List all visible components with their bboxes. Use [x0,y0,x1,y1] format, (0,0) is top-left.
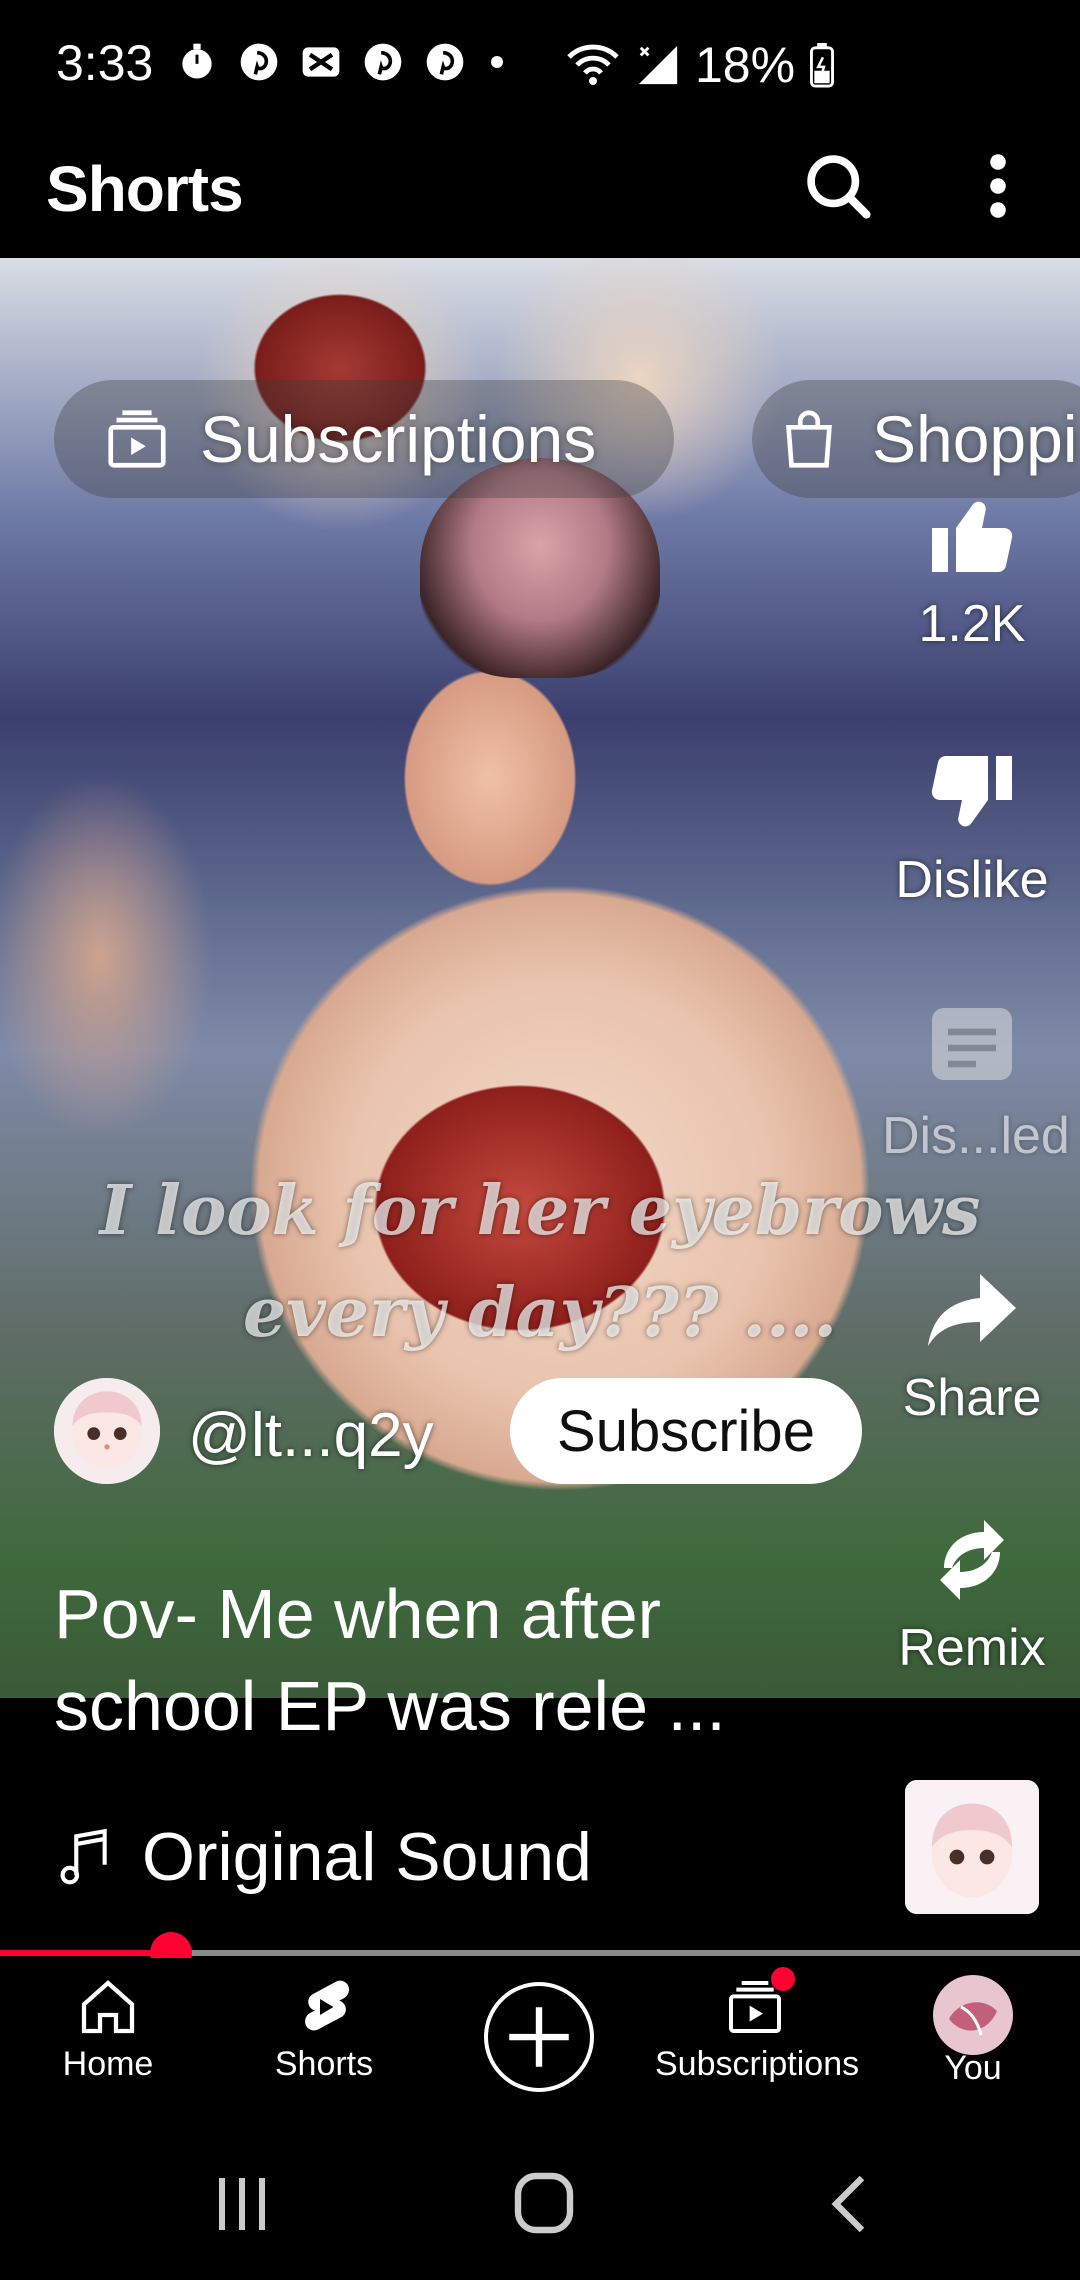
nav-label: Subscriptions [655,2045,860,2083]
progress-fill [0,1950,171,1956]
nav-home[interactable]: Home [8,1975,208,2084]
page-title: Shorts [46,153,244,225]
video-title-line: school EP was rele ... [54,1667,726,1745]
video-overlay-caption: I look for her eyebrows every day??? ...… [0,1160,1080,1364]
pinterest-icon [240,43,278,81]
system-status: 18% [565,36,835,94]
x-app-icon [302,47,340,77]
avatar-icon [54,1378,160,1484]
search-button[interactable] [800,148,876,224]
notification-dot [771,1967,795,1991]
notification-icons [175,40,509,84]
home-icon [81,1980,135,2034]
remix-icon [940,1520,1004,1600]
nav-label: Shorts [274,2045,374,2083]
overlay-caption-line: every day??? .... [242,1273,838,1353]
video-title-line: Pov- Me when after [54,1575,661,1653]
thumb-up-icon [932,501,1013,573]
share-label: Share [902,1369,1042,1427]
sound-thumbnail[interactable] [905,1780,1039,1914]
back-icon[interactable] [826,2172,872,2236]
comments-button[interactable]: Dis...led [882,1000,1070,1166]
like-button[interactable]: 1.2K [882,488,1062,654]
create-button[interactable] [484,1982,594,2092]
nav-you[interactable]: You [873,1975,1073,2088]
subscribe-button[interactable]: Subscribe [510,1378,862,1484]
stopwatch-icon [182,43,212,79]
like-count: 1.2K [918,595,1026,653]
subscriptions-icon [108,410,166,468]
pinterest-icon [364,43,402,81]
dislike-button[interactable]: Dislike [882,744,1062,910]
overlay-caption-line: I look for her eyebrows [99,1171,981,1251]
nav-subscriptions[interactable]: Subscriptions [655,1967,860,2084]
video-title[interactable]: Pov- Me when after school EP was rele ..… [54,1568,834,1752]
comments-label: Dis...led [882,1107,1070,1165]
shopping-bag-icon [786,410,832,468]
avatar-icon [933,1975,1013,2055]
status-time: 3:33 [56,35,154,91]
battery-percent: 18% [695,37,796,93]
dot-icon [491,56,503,68]
home-system-icon[interactable] [512,2170,576,2236]
sound-label[interactable]: Original Sound [142,1818,592,1896]
create-plus-icon [509,2007,569,2067]
more-vert-icon [990,154,1006,218]
chip-label: Shoppi [872,402,1078,476]
chip-subscriptions[interactable]: Subscriptions [54,380,674,498]
recent-apps-icon[interactable] [212,2172,272,2236]
chip-shopping[interactable]: Shoppi [752,380,1080,498]
remix-button[interactable]: Remix [882,1512,1062,1678]
comment-icon [932,1008,1012,1080]
search-icon [807,155,871,219]
wifi-icon [567,44,619,85]
status-bar [0,0,1080,130]
channel-avatar[interactable] [54,1378,160,1484]
sound-thumbnail-image [905,1780,1039,1914]
thumb-down-icon [931,755,1012,827]
nav-label: You [944,2049,1002,2087]
shorts-icon [305,1980,350,2031]
pinterest-icon [426,43,464,81]
music-note-icon [60,1828,107,1885]
nav-label: Home [62,2045,154,2083]
dislike-label: Dislike [895,851,1049,909]
chip-label: Subscriptions [200,402,597,476]
cellular-icon [638,45,678,85]
battery-charging-icon [810,42,835,88]
channel-handle[interactable]: @lt...q2y [188,1400,434,1471]
remix-label: Remix [898,1619,1046,1677]
more-options-button[interactable] [968,148,1028,224]
nav-shorts[interactable]: Shorts [224,1975,424,2084]
